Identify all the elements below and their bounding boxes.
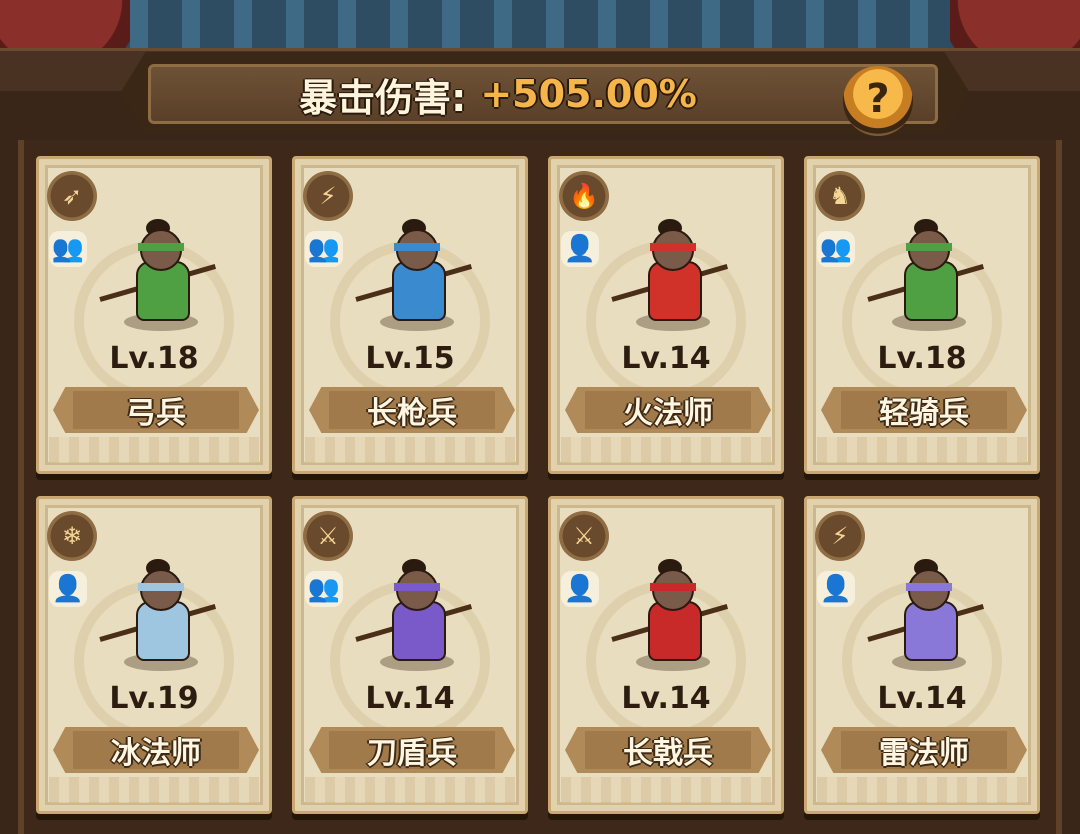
unit-name-ribbon: 长戟兵 [565, 727, 771, 773]
unit-portrait [611, 541, 729, 671]
help-button[interactable]: ? [843, 66, 913, 136]
card-border-pattern [49, 437, 259, 463]
unit-name: 冰法师 [111, 736, 201, 771]
unit-portrait [867, 541, 985, 671]
unit-level: Lv.14 [877, 681, 967, 716]
unit-level: Lv.18 [109, 341, 199, 376]
unit-level: Lv.14 [621, 341, 711, 376]
unit-portrait [355, 541, 473, 671]
unit-name-ribbon: 雷法师 [821, 727, 1027, 773]
stat-label: 暴击伤害: [299, 75, 467, 120]
group-icon: 👥 [305, 231, 343, 267]
unit-level: Lv.15 [365, 341, 455, 376]
group-icon: 👥 [817, 231, 855, 267]
unit-card[interactable]: ⚡ 👥 Lv.15 长枪兵 [292, 156, 528, 474]
card-border-pattern [561, 777, 771, 803]
portrait-headband [906, 243, 952, 251]
card-border-pattern [817, 777, 1027, 803]
unit-card[interactable]: ⚔ 👥 Lv.14 刀盾兵 [292, 496, 528, 814]
bow-icon: ➶ [47, 171, 97, 221]
unit-portrait [99, 541, 217, 671]
group-icon: 👥 [49, 231, 87, 267]
unit-name: 轻骑兵 [879, 396, 969, 431]
unit-card[interactable]: ⚡ 👤 Lv.14 雷法师 [804, 496, 1040, 814]
unit-name-ribbon: 弓兵 [53, 387, 259, 433]
unit-name-ribbon: 冰法师 [53, 727, 259, 773]
portrait-headband [138, 243, 184, 251]
unit-name-ribbon: 刀盾兵 [309, 727, 515, 773]
unit-name: 长枪兵 [367, 396, 457, 431]
portrait-headband [394, 243, 440, 251]
unit-level: Lv.19 [109, 681, 199, 716]
unit-name: 火法师 [623, 396, 713, 431]
unit-portrait [99, 201, 217, 331]
unit-name-ribbon: 轻骑兵 [821, 387, 1027, 433]
unit-name-ribbon: 火法师 [565, 387, 771, 433]
unit-card[interactable]: ❄ 👤 Lv.19 冰法师 [36, 496, 272, 814]
unit-portrait [867, 201, 985, 331]
horse-icon: ♞ [815, 171, 865, 221]
unit-card[interactable]: ♞ 👥 Lv.18 轻骑兵 [804, 156, 1040, 474]
card-border-pattern [817, 437, 1027, 463]
lightning-icon: ⚡ [815, 511, 865, 561]
single-person-icon: 👤 [561, 231, 599, 267]
unit-name-ribbon: 长枪兵 [309, 387, 515, 433]
unit-level: Lv.14 [621, 681, 711, 716]
portrait-headband [650, 243, 696, 251]
unit-level: Lv.14 [365, 681, 455, 716]
halberd-icon: ⚔ [559, 511, 609, 561]
spear-icon: ⚡ [303, 171, 353, 221]
fire-icon: 🔥 [559, 171, 609, 221]
stat-display: 暴击伤害: +505.00% [148, 64, 848, 124]
question-mark-icon: ? [866, 76, 890, 122]
single-person-icon: 👤 [49, 571, 87, 607]
group-icon: 👥 [305, 571, 343, 607]
unit-portrait [355, 201, 473, 331]
portrait-headband [906, 583, 952, 591]
single-person-icon: 👤 [817, 571, 855, 607]
card-border-pattern [305, 437, 515, 463]
unit-portrait [611, 201, 729, 331]
snowflake-icon: ❄ [47, 511, 97, 561]
unit-card[interactable]: ➶ 👥 Lv.18 弓兵 [36, 156, 272, 474]
unit-name: 长戟兵 [623, 736, 713, 771]
unit-name: 雷法师 [879, 736, 969, 771]
portrait-headband [138, 583, 184, 591]
stat-value: +505.00% [480, 72, 697, 116]
unit-name: 刀盾兵 [367, 736, 457, 771]
portrait-headband [650, 583, 696, 591]
card-border-pattern [49, 777, 259, 803]
unit-card[interactable]: ⚔ 👤 Lv.14 长戟兵 [548, 496, 784, 814]
unit-name: 弓兵 [126, 396, 186, 431]
unit-level: Lv.18 [877, 341, 967, 376]
unit-card[interactable]: 🔥 👤 Lv.14 火法师 [548, 156, 784, 474]
card-border-pattern [305, 777, 515, 803]
portrait-headband [394, 583, 440, 591]
single-person-icon: 👤 [561, 571, 599, 607]
card-border-pattern [561, 437, 771, 463]
blade-icon: ⚔ [303, 511, 353, 561]
